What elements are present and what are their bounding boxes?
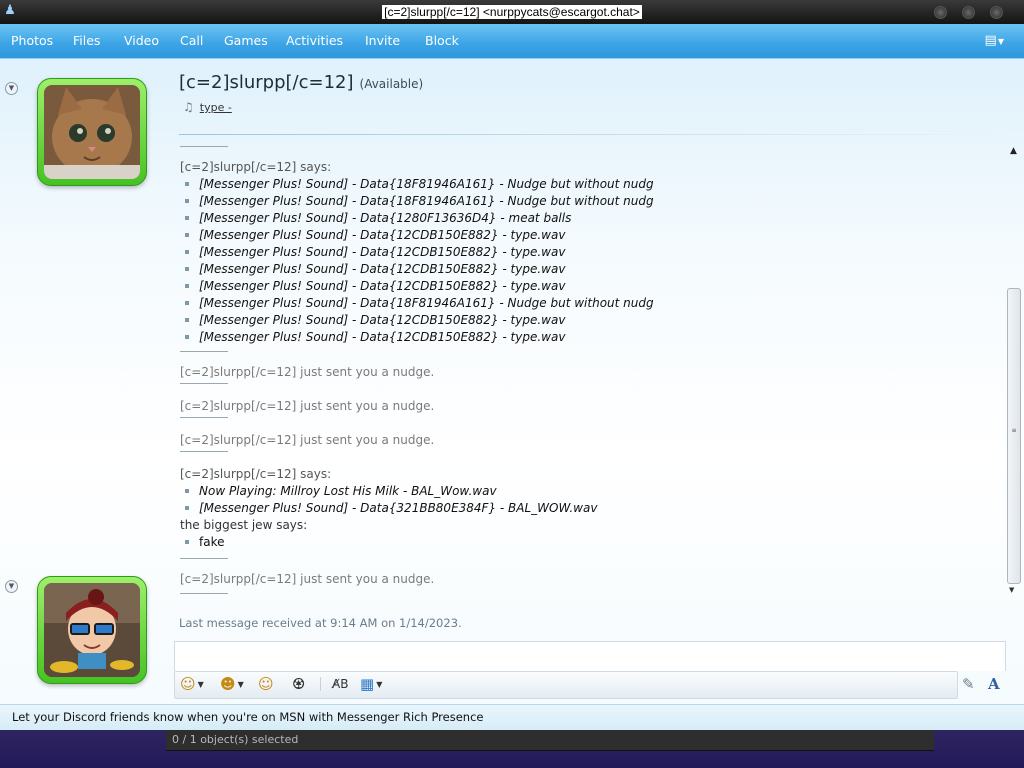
menu-video[interactable]: Video xyxy=(124,33,159,48)
nudge-notice: [c=2]slurpp[/c=12] just sent you a nudge… xyxy=(180,433,435,447)
message-line: [Messenger Plus! Sound] - Data{12CDB150E… xyxy=(180,244,1000,261)
voice-clip-icon[interactable]: ♼ xyxy=(292,674,305,694)
menu-files[interactable]: Files xyxy=(73,33,100,48)
menu-block[interactable]: Block xyxy=(425,33,459,48)
menu-call[interactable]: Call xyxy=(180,33,203,48)
message-line: fake xyxy=(180,534,1000,551)
title-bar: ♟ [c=2]slurpp[/c=12] <nurppycats@escargo… xyxy=(0,0,1024,24)
last-received-time: Last message received at 9:14 AM on 1/14… xyxy=(179,616,462,630)
message-divider xyxy=(180,593,228,594)
chat-scrollbar[interactable]: ≡ ▼ xyxy=(1006,146,1021,598)
font-icon[interactable]: A xyxy=(988,674,1000,694)
close-button[interactable] xyxy=(990,6,1003,19)
handwriting-pen-icon[interactable]: ✎ xyxy=(962,674,975,694)
selection-count: 0 / 1 object(s) selected xyxy=(172,733,299,746)
kitten-picture xyxy=(44,85,140,179)
message-line: [Messenger Plus! Sound] - Data{12CDB150E… xyxy=(180,227,1000,244)
menu-photos[interactable]: Photos xyxy=(11,33,53,48)
toolbar-divider xyxy=(320,677,321,691)
nudge-notice: [c=2]slurpp[/c=12] just sent you a nudge… xyxy=(180,572,435,586)
cartoon-avatar-picture xyxy=(44,583,140,677)
menu-activities[interactable]: Activities xyxy=(286,33,343,48)
contact-avatar[interactable] xyxy=(37,78,147,186)
status-bar: Let your Discord friends know when you'r… xyxy=(0,704,1024,730)
window-title: [c=2]slurpp[/c=12] <nurppycats@escargot.… xyxy=(382,5,642,19)
contact-header: [c=2]slurpp[/c=12] (Available) xyxy=(179,72,423,93)
personal-message-text[interactable]: type - xyxy=(200,101,232,114)
nudge-icon[interactable]: ☺ xyxy=(258,674,274,694)
minimize-button[interactable] xyxy=(934,6,947,19)
message-line: [Messenger Plus! Sound] - Data{321BB80E3… xyxy=(180,500,1000,517)
sender-line: the biggest jew says: xyxy=(180,518,308,532)
input-toolbar: ☺ ▼ ☻ ▼ ☺ ♼ A̸B ▦ ▼ ✎ A xyxy=(174,671,1024,699)
personal-message: ♫ type - xyxy=(183,100,232,114)
maximize-button[interactable] xyxy=(962,6,975,19)
scroll-down-icon[interactable]: ▼ xyxy=(1009,586,1014,594)
scroll-thumb[interactable]: ≡ xyxy=(1007,288,1021,584)
file-manager-status-strip: 0 / 1 object(s) selected xyxy=(166,730,934,751)
wink-icon[interactable]: ☻ ▼ xyxy=(220,674,244,694)
collapse-own-picture-button[interactable]: ▼ xyxy=(5,580,18,593)
nudge-notice: [c=2]slurpp[/c=12] just sent you a nudge… xyxy=(180,399,435,413)
layout-menu-icon[interactable]: ▤▼ xyxy=(985,33,1004,48)
sender-line: [c=2]slurpp[/c=12] says: xyxy=(180,160,332,174)
message-line: Now Playing: Millroy Lost His Milk - BAL… xyxy=(180,483,1000,500)
status-bar-text[interactable]: Let your Discord friends know when you'r… xyxy=(12,710,483,724)
menu-invite[interactable]: Invite xyxy=(365,33,400,48)
background-icon[interactable]: ▦ ▼ xyxy=(360,674,382,694)
nudge-notice: [c=2]slurpp[/c=12] just sent you a nudge… xyxy=(180,365,435,379)
message-line: [Messenger Plus! Sound] - Data{12CDB150E… xyxy=(180,329,1000,346)
message-line: [Messenger Plus! Sound] - Data{12CDB150E… xyxy=(180,278,1000,295)
message-line: [Messenger Plus! Sound] - Data{18F81946A… xyxy=(180,176,1000,193)
smiley-icon[interactable]: ☺ ▼ xyxy=(180,674,204,694)
own-avatar[interactable] xyxy=(37,576,147,684)
message-line: [Messenger Plus! Sound] - Data{18F81946A… xyxy=(180,295,1000,312)
message-line: [Messenger Plus! Sound] - Data{12CDB150E… xyxy=(180,312,1000,329)
message-input[interactable] xyxy=(174,641,1006,671)
contact-status: (Available) xyxy=(359,77,424,91)
message-line: [Messenger Plus! Sound] - Data{1280F1363… xyxy=(180,210,1000,227)
header-divider xyxy=(179,134,1009,135)
message-line: [Messenger Plus! Sound] - Data{12CDB150E… xyxy=(180,261,1000,278)
contact-name[interactable]: [c=2]slurpp[/c=12] xyxy=(179,72,354,93)
message-line: [Messenger Plus! Sound] - Data{18F81946A… xyxy=(180,193,1000,210)
sender-line: [c=2]slurpp[/c=12] says: xyxy=(180,467,332,481)
conversation-menu-bar: Photos Files Video Call Games Activities… xyxy=(0,24,1024,59)
collapse-contact-picture-button[interactable]: ▼ xyxy=(5,82,18,95)
chat-transcript[interactable]: [c=2]slurpp[/c=12] says: [Messenger Plus… xyxy=(180,140,1000,610)
spell-check-icon[interactable]: A̸B xyxy=(332,674,348,694)
menu-games[interactable]: Games xyxy=(224,33,268,48)
music-note-icon: ♫ xyxy=(183,100,194,114)
